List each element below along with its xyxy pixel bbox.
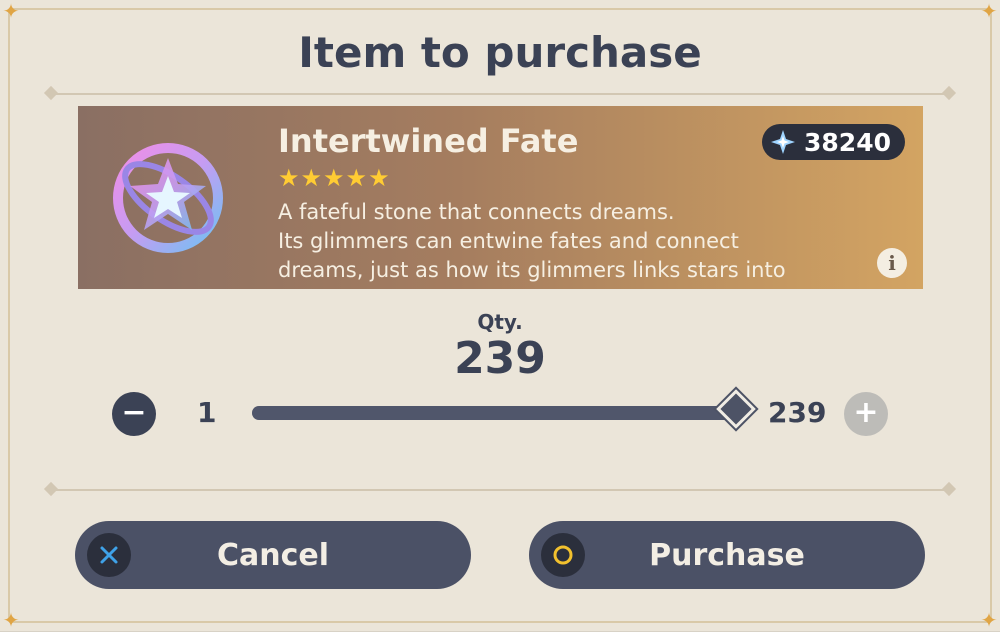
top-divider	[43, 85, 957, 101]
rarity-stars: ★★★★★	[278, 164, 391, 192]
corner-star-icon: ✦	[980, 608, 998, 632]
currency-amount: 38240	[804, 127, 891, 157]
slider-max-label: 239	[768, 396, 827, 429]
corner-star-icon: ✦	[2, 0, 20, 23]
currency-balance: 38240	[762, 124, 905, 160]
increase-button[interactable]: +	[844, 392, 888, 436]
item-name: Intertwined Fate	[278, 122, 579, 160]
dialog-title: Item to purchase	[298, 28, 702, 77]
corner-star-icon: ✦	[2, 608, 20, 632]
confirm-circle-icon	[541, 533, 585, 577]
cancel-icon	[87, 533, 131, 577]
bottom-divider	[43, 481, 957, 497]
cancel-label: Cancel	[216, 537, 330, 573]
purchase-label: Purchase	[649, 537, 805, 573]
info-icon[interactable]: i	[877, 248, 907, 278]
quantity-slider[interactable]	[252, 389, 756, 429]
primogem-icon	[771, 130, 796, 154]
description-line: A fateful stone that connects dreams.	[278, 200, 675, 224]
slider-fill	[252, 406, 736, 420]
quantity-label: Qty.	[477, 310, 523, 334]
intertwined-fate-icon	[113, 143, 223, 253]
item-card: Intertwined Fate ★★★★★ 38240 A fateful s…	[78, 106, 923, 289]
item-description: A fateful stone that connects dreams. It…	[278, 198, 868, 285]
description-line: dreams, just as how its glimmers links s…	[278, 258, 786, 282]
slider-min-label: 1	[197, 396, 217, 429]
decrease-button[interactable]: −	[112, 392, 156, 436]
description-line: Its glimmers can entwine fates and conne…	[278, 229, 739, 253]
cancel-button[interactable]: Cancel	[75, 521, 471, 589]
quantity-value: 239	[454, 333, 546, 384]
corner-star-icon: ✦	[980, 0, 998, 23]
purchase-dialog: ✦ ✦ ✦ ✦ Item to purchase Intertwined Fat…	[0, 0, 1000, 631]
purchase-button[interactable]: Purchase	[529, 521, 925, 589]
